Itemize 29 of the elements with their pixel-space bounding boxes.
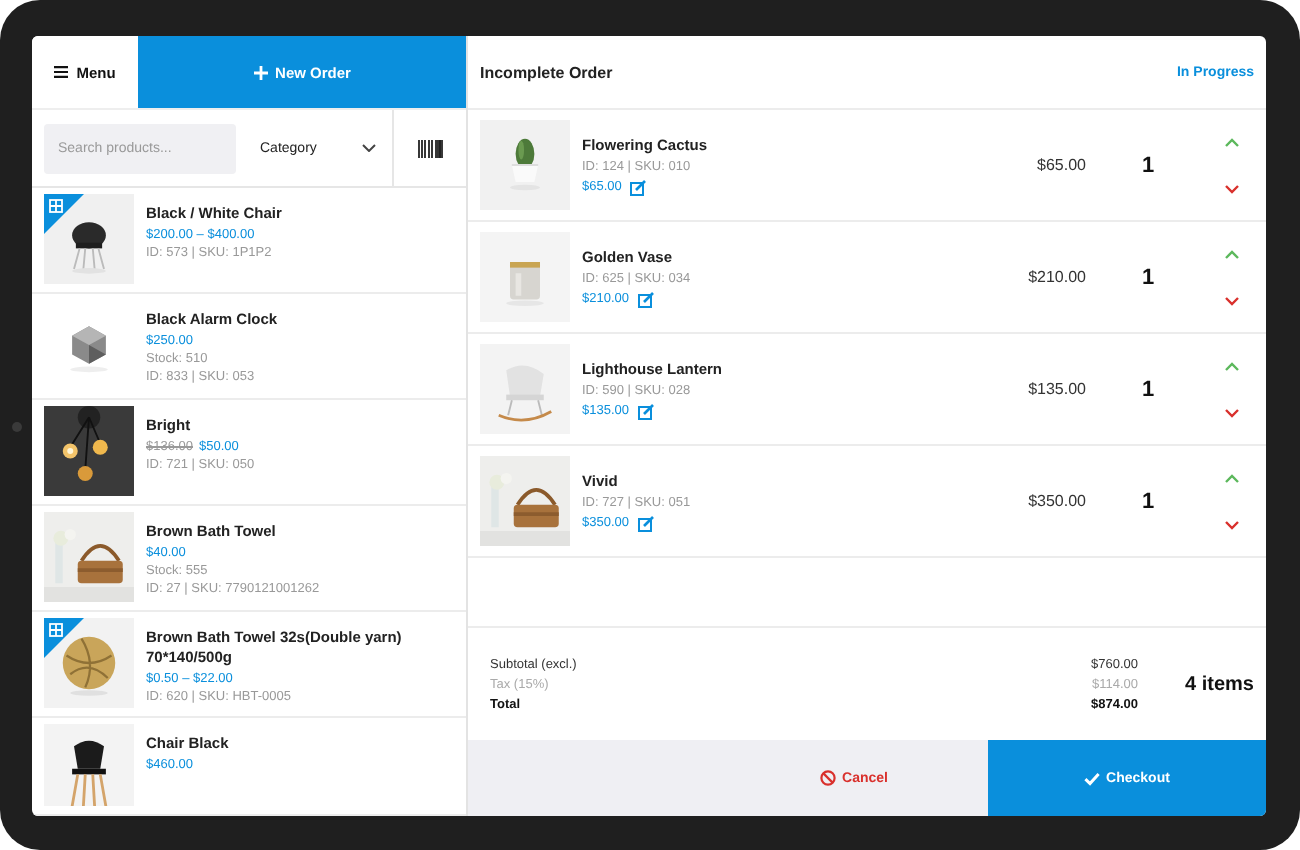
item-count: 4 items bbox=[1183, 673, 1254, 695]
decrease-icon[interactable] bbox=[1224, 519, 1240, 529]
order-title: Incomplete Order bbox=[480, 63, 613, 81]
edit-icon[interactable] bbox=[629, 179, 646, 195]
edit-icon[interactable] bbox=[637, 291, 653, 307]
line-total: $350.00 bbox=[1026, 492, 1086, 510]
quantity: 1 bbox=[1139, 265, 1157, 289]
edit-icon[interactable] bbox=[637, 403, 653, 419]
increase-icon[interactable] bbox=[1224, 473, 1240, 483]
decrease-icon[interactable] bbox=[1224, 407, 1240, 417]
plus-icon bbox=[253, 65, 268, 79]
quantity: 1 bbox=[1139, 153, 1157, 177]
increase-icon[interactable] bbox=[1224, 361, 1240, 371]
barcode-icon[interactable] bbox=[417, 139, 443, 157]
decrease-icon[interactable] bbox=[1224, 183, 1240, 193]
caret-icon bbox=[362, 144, 376, 152]
decrease-icon[interactable] bbox=[1224, 295, 1240, 305]
camera-dot bbox=[11, 421, 21, 431]
increase-icon[interactable] bbox=[1224, 249, 1240, 259]
edit-icon[interactable] bbox=[637, 515, 653, 531]
quantity: 1 bbox=[1139, 377, 1157, 401]
quantity: 1 bbox=[1139, 489, 1157, 513]
line-total: $135.00 bbox=[1026, 380, 1086, 398]
checkmark-icon bbox=[1084, 771, 1101, 785]
menu-icon[interactable] bbox=[54, 66, 69, 78]
cancel-icon bbox=[820, 770, 837, 786]
line-total: $210.00 bbox=[1026, 268, 1086, 286]
line-total: $65.00 bbox=[1035, 156, 1086, 174]
increase-icon[interactable] bbox=[1224, 137, 1240, 147]
